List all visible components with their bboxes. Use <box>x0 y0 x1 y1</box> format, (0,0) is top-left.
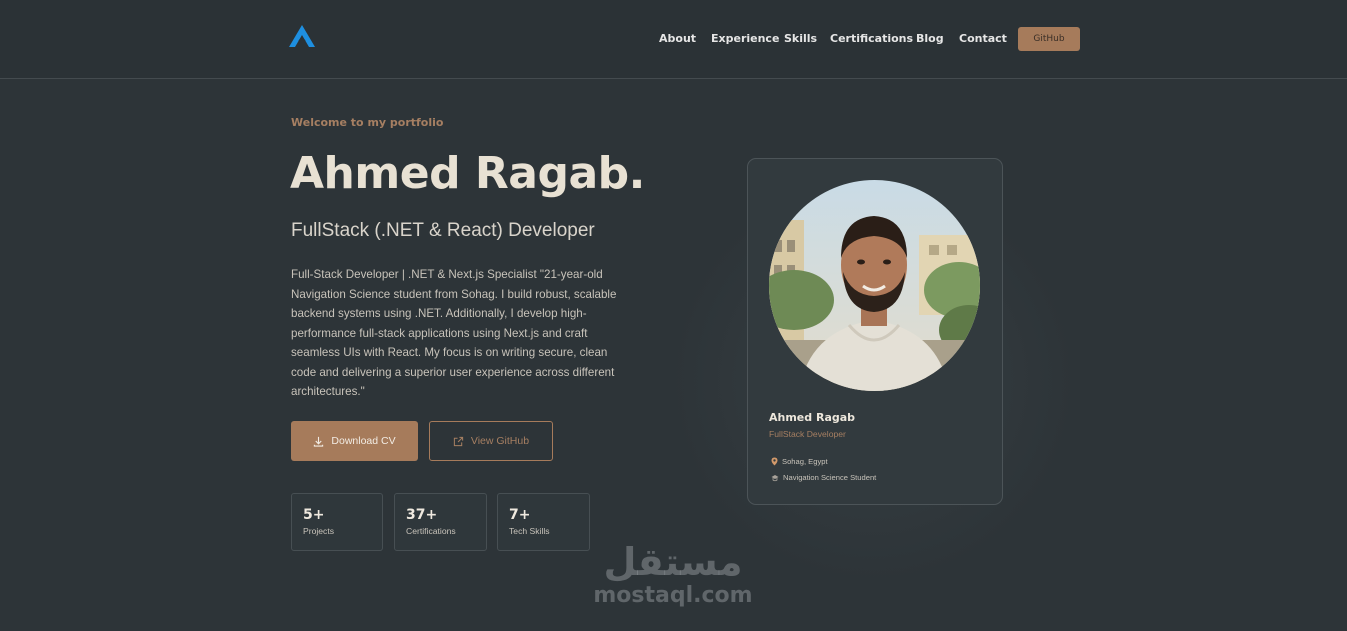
hero-name: Ahmed Ragab. <box>290 148 645 199</box>
welcome-text: Welcome to my portfolio <box>291 116 444 129</box>
stat-projects: 5+ Projects <box>291 493 383 551</box>
nav-contact[interactable]: Contact <box>959 32 1007 45</box>
view-github-label: View GitHub <box>470 435 530 447</box>
nav-about[interactable]: About <box>659 32 696 45</box>
stat-certifications: 37+ Certifications <box>394 493 487 551</box>
card-location: Sohag, Egypt <box>771 457 828 466</box>
stat-label: Tech Skills <box>509 526 550 536</box>
stat-label: Certifications <box>406 526 456 536</box>
watermark-latin: mostaql.com <box>593 583 753 608</box>
external-link-icon <box>453 436 464 446</box>
hero-role: FullStack (.NET & React) Developer <box>291 220 595 241</box>
stat-label: Projects <box>303 526 335 536</box>
location-pin-icon <box>771 457 778 466</box>
stat-value: 5+ <box>303 507 325 523</box>
graduation-cap-icon <box>771 474 779 481</box>
card-role: FullStack Developer <box>769 429 846 439</box>
download-icon <box>314 436 324 447</box>
watermark: مستقل mostaql.com <box>590 540 756 620</box>
watermark-arabic: مستقل <box>603 540 743 584</box>
github-nav-button[interactable]: GitHub <box>1018 27 1080 51</box>
card-name: Ahmed Ragab <box>769 411 856 424</box>
nav-certifications[interactable]: Certifications <box>830 32 913 45</box>
location-text: Sohag, Egypt <box>782 457 828 466</box>
nav-skills[interactable]: Skills <box>784 32 817 45</box>
stat-value: 7+ <box>509 507 531 523</box>
education-text: Navigation Science Student <box>783 473 877 482</box>
download-cv-button[interactable]: Download CV <box>291 421 418 461</box>
logo-icon[interactable] <box>288 24 316 48</box>
stat-tech-skills: 7+ Tech Skills <box>497 493 590 551</box>
download-cv-label: Download CV <box>331 435 396 447</box>
view-github-button[interactable]: View GitHub <box>429 421 553 461</box>
stat-value: 37+ <box>406 507 438 523</box>
card-education: Navigation Science Student <box>771 473 876 482</box>
profile-photo <box>769 180 980 391</box>
nav-blog[interactable]: Blog <box>916 32 944 45</box>
navbar: About Experience Skills Certifications B… <box>0 0 1347 79</box>
nav-experience[interactable]: Experience <box>711 32 779 45</box>
hero-bio: Full-Stack Developer | .NET & Next.js Sp… <box>291 268 617 398</box>
